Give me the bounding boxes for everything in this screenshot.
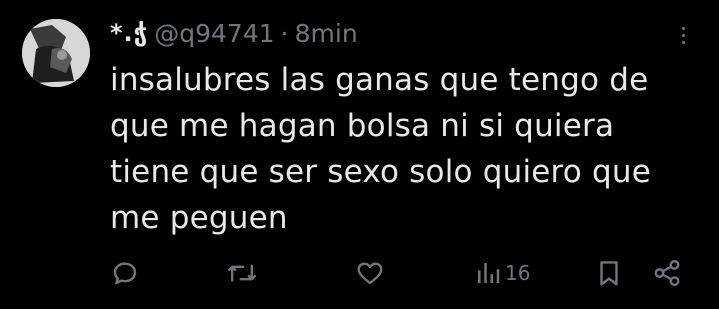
tweet-header: *.ჭ @q94741 · 8min xyxy=(110,16,358,50)
reply-button[interactable] xyxy=(110,255,140,291)
like-button[interactable] xyxy=(354,255,386,291)
reply-icon xyxy=(113,262,137,285)
views-button[interactable]: 16 xyxy=(475,255,530,291)
avatar-photo xyxy=(22,19,90,87)
tweet-text-line: insalubres las ganas que tengo de xyxy=(110,62,649,98)
share-button[interactable] xyxy=(652,255,682,291)
share-icon xyxy=(654,259,680,287)
tweet-text: insalubres las ganas que tengo de que me… xyxy=(110,57,690,241)
views-icon xyxy=(478,263,500,283)
bookmark-icon xyxy=(600,261,618,286)
views-count: 16 xyxy=(505,261,531,285)
tweet-text-line: me peguen xyxy=(110,200,288,236)
avatar[interactable] xyxy=(22,19,90,87)
more-icon[interactable] xyxy=(676,24,692,46)
bookmark-button[interactable] xyxy=(596,255,622,291)
action-bar: 16 xyxy=(0,255,719,291)
retweet-icon xyxy=(227,264,257,282)
tweet-text-line: que me hagan bolsa ni si quiera xyxy=(110,108,615,144)
tweet-text-line: tiene que ser sexo solo quiero que xyxy=(110,154,652,190)
separator-dot: · xyxy=(280,18,289,48)
timestamp[interactable]: 8min xyxy=(295,19,358,48)
user-handle[interactable]: @q94741 xyxy=(154,19,274,48)
display-name[interactable]: *.ჭ xyxy=(110,19,148,47)
retweet-button[interactable] xyxy=(226,255,258,291)
like-icon xyxy=(357,262,383,285)
